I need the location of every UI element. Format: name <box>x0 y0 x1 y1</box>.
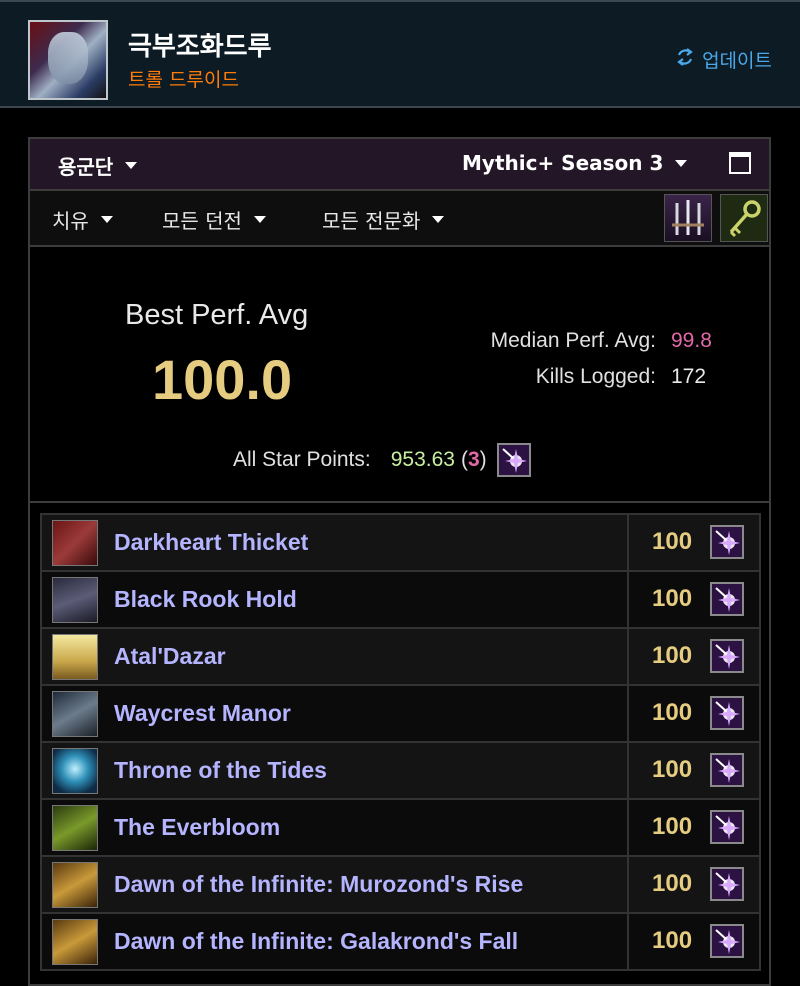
galakronds-fall-icon <box>52 919 98 965</box>
kills-logged-label: Kills Logged: <box>535 365 656 388</box>
starburst-icon <box>710 867 744 901</box>
ataldazar-icon <box>52 634 98 680</box>
black-rook-hold-icon <box>52 577 98 623</box>
starburst-icon <box>710 810 744 844</box>
starburst-icon <box>710 639 744 673</box>
character-header: 극부조화드루 트롤 드루이드 업데이트 <box>0 0 800 108</box>
expansion-dropdown-label: 용군단 <box>58 155 114 179</box>
dungeon-row[interactable]: Atal'Dazar 100 <box>42 629 759 686</box>
season-dropdown-label: Mythic+ Season 3 <box>462 151 664 175</box>
spec-dropdown[interactable]: 모든 전문화 <box>322 205 445 234</box>
starburst-icon <box>496 443 531 477</box>
refresh-icon <box>676 47 694 72</box>
zone-filter-bar: 용군단 Mythic+ Season 3 <box>30 139 769 191</box>
dungeon-score: 100 <box>652 813 693 840</box>
character-class-label: 트롤 드루이드 <box>128 69 239 91</box>
dungeon-dropdown-label: 모든 던전 <box>162 209 242 233</box>
dungeon-score: 100 <box>652 528 693 555</box>
waycrest-manor-icon <box>52 691 98 737</box>
performance-summary: Best Perf. Avg 100.0 Median Perf. Avg: 9… <box>30 247 769 503</box>
update-button[interactable]: 업데이트 <box>676 46 772 73</box>
update-label: 업데이트 <box>702 50 772 72</box>
dungeon-name[interactable]: Black Rook Hold <box>114 586 297 613</box>
all-star-paren-open: ( <box>460 448 468 471</box>
starburst-icon <box>710 582 744 616</box>
dungeon-row[interactable]: Dawn of the Infinite: Galakrond's Fall 10… <box>42 914 759 969</box>
swords-icon[interactable] <box>664 194 712 242</box>
all-star-value: 953.63 <box>390 448 455 471</box>
dungeon-row[interactable]: Dawn of the Infinite: Murozond's Rise 100 <box>42 857 759 914</box>
spec-filter-bar: 치유 모든 던전 모든 전문화 <box>30 191 769 247</box>
throne-of-the-tides-icon <box>52 748 98 794</box>
keystone-icon[interactable] <box>720 194 768 242</box>
dungeon-name[interactable]: Waycrest Manor <box>114 700 291 727</box>
dungeon-name[interactable]: Darkheart Thicket <box>114 529 308 556</box>
dungeon-name[interactable]: Dawn of the Infinite: Murozond's Rise <box>114 871 523 898</box>
all-star-label: All Star Points: <box>233 448 371 471</box>
dungeon-score: 100 <box>652 642 693 669</box>
darkheart-thicket-icon <box>52 520 98 566</box>
caret-down-icon <box>100 216 113 223</box>
role-dropdown-label: 치유 <box>52 209 89 233</box>
kills-logged-row: Kills Logged: <box>30 365 656 391</box>
season-dropdown[interactable]: Mythic+ Season 3 <box>462 151 688 175</box>
best-perf-label: Best Perf. Avg <box>125 299 309 331</box>
dungeon-score: 100 <box>652 870 693 897</box>
dungeon-row[interactable]: The Everbloom 100 <box>42 800 759 857</box>
dungeon-name[interactable]: Dawn of the Infinite: Galakrond's Fall <box>114 928 518 955</box>
dungeon-row[interactable]: Black Rook Hold 100 <box>42 572 759 629</box>
character-portrait <box>28 20 108 100</box>
dungeon-table: Darkheart Thicket 100 Black Rook Hold 100 At… <box>40 513 761 971</box>
all-star-rank: 3 <box>467 448 480 471</box>
dungeon-dropdown[interactable]: 모든 던전 <box>162 205 266 234</box>
dungeon-name[interactable]: Throne of the Tides <box>114 757 327 784</box>
all-star-paren-close: ) <box>479 448 487 471</box>
all-star-points: All Star Points: 953.63 ( 3 ) <box>233 443 531 477</box>
dungeon-score: 100 <box>652 927 693 954</box>
dungeon-score: 100 <box>652 699 693 726</box>
maximize-icon[interactable] <box>729 152 751 174</box>
dungeon-row[interactable]: Waycrest Manor 100 <box>42 686 759 743</box>
dungeon-name[interactable]: Atal'Dazar <box>114 643 226 670</box>
dungeon-score: 100 <box>652 585 693 612</box>
dungeon-name[interactable]: The Everbloom <box>114 814 280 841</box>
starburst-icon <box>710 753 744 787</box>
median-perf-row: Median Perf. Avg: <box>30 329 656 355</box>
dungeon-row[interactable]: Darkheart Thicket 100 <box>42 515 759 572</box>
median-perf-label: Median Perf. Avg: <box>490 329 656 352</box>
dungeon-row[interactable]: Throne of the Tides 100 <box>42 743 759 800</box>
rankings-panel: 용군단 Mythic+ Season 3 치유 모든 던전 모든 전문화 Bes… <box>28 137 771 986</box>
caret-down-icon <box>253 216 266 223</box>
dungeon-score: 100 <box>652 756 693 783</box>
starburst-icon <box>710 924 744 958</box>
murozonds-rise-icon <box>52 862 98 908</box>
character-name: 극부조화드루 <box>128 32 272 62</box>
median-perf-value: 99.8 <box>671 329 712 352</box>
kills-logged-value: 172 <box>671 365 707 388</box>
caret-down-icon <box>125 162 138 169</box>
caret-down-icon <box>675 159 688 167</box>
spec-dropdown-label: 모든 전문화 <box>322 209 421 233</box>
starburst-icon <box>710 525 744 559</box>
caret-down-icon <box>432 216 445 223</box>
starburst-icon <box>710 696 744 730</box>
role-dropdown[interactable]: 치유 <box>52 205 113 234</box>
everbloom-icon <box>52 805 98 851</box>
expansion-dropdown[interactable]: 용군단 <box>58 151 138 180</box>
